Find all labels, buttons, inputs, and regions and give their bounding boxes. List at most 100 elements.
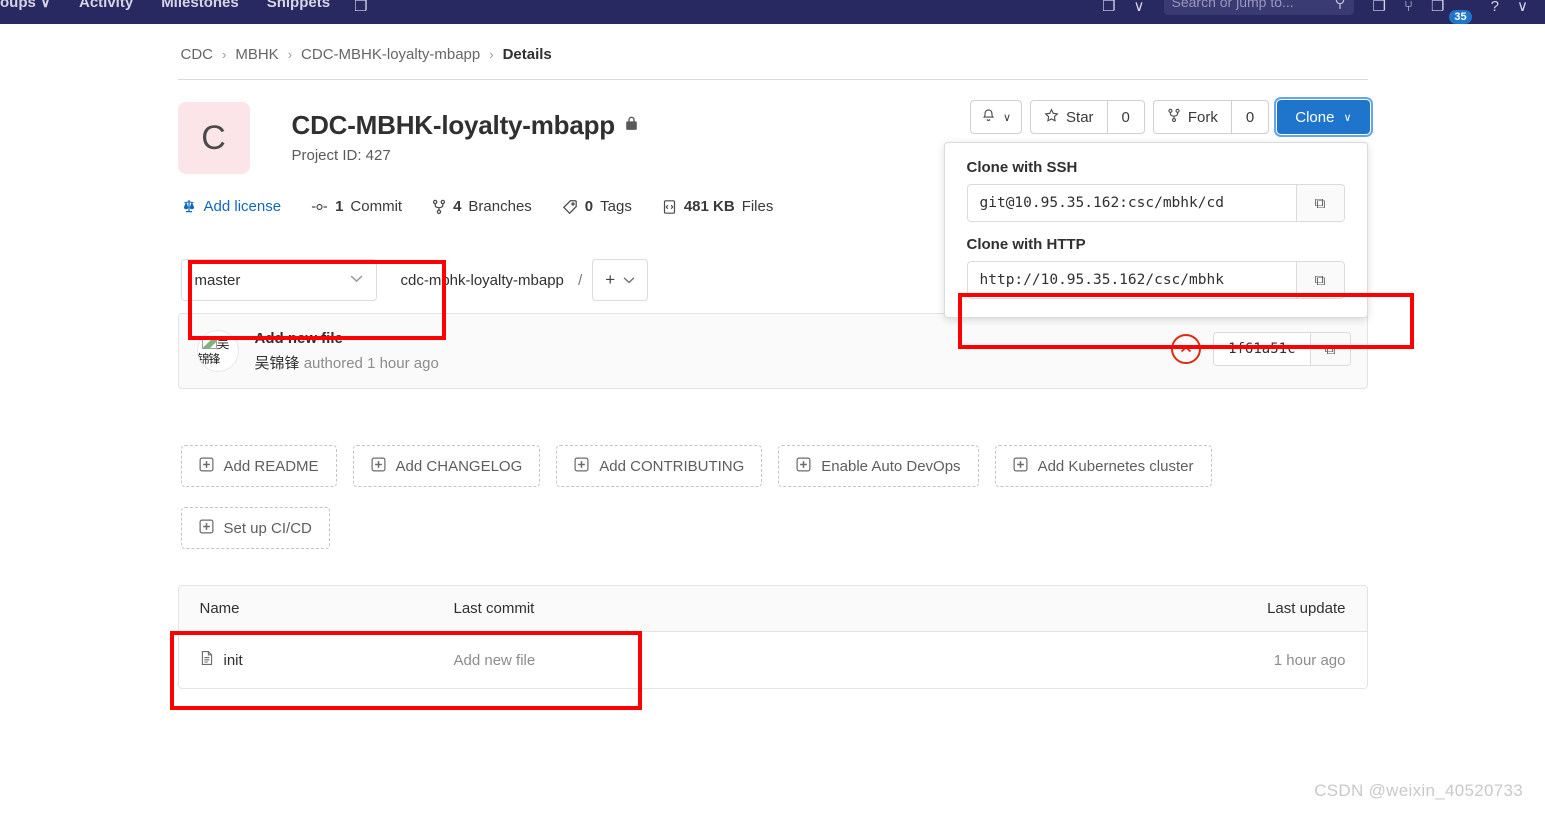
help-icon[interactable]: ? [1482,0,1508,15]
clone-http-url-input[interactable]: http://10.95.35.162/csc/mbhk [968,262,1296,298]
file-icon [200,650,214,670]
branch-selector-dropdown[interactable]: master [180,259,377,301]
breadcrumb-item-mbhk[interactable]: MBHK [235,46,278,63]
bell-icon [981,108,996,127]
repo-path-slash: / [578,271,583,289]
fork-button[interactable]: Fork 0 [1152,100,1270,134]
stat-branches-value: 4 [453,198,462,215]
quick-action-label: Enable Auto DevOps [821,457,961,475]
plus-square-icon [371,457,386,476]
star-icon [1044,107,1059,127]
breadcrumb-separator-icon: › [222,47,227,62]
quick-action-add-changelog[interactable]: Add CHANGELOG [352,445,541,487]
watermark: CSDN @weixin_40520733 [1314,781,1523,800]
stat-files[interactable]: 481 KB Files [662,198,774,215]
quick-action-label: Add CONTRIBUTING [599,457,745,475]
stat-files-label: Files [741,198,774,215]
stat-add-license[interactable]: Add license [181,198,281,215]
branch-icon [432,199,446,215]
plus-square-icon [1013,457,1028,476]
clone-ssh-url-input[interactable]: git@10.95.35.162:csc/mbhk/cd [968,185,1296,221]
issues-icon[interactable]: ❐ [1364,0,1395,15]
star-label: Star [1066,108,1094,126]
stat-commits[interactable]: 1 Commit [311,198,402,215]
todos-icon[interactable]: ❐ [1422,0,1453,15]
commit-right-group: 1f61a51c ⧉ [1171,332,1351,366]
fork-segment[interactable]: Fork [1154,101,1231,133]
chevron-down-icon: ∨ [40,0,51,11]
search-input[interactable]: Search or jump to... ⚲ [1163,0,1354,15]
create-new-icon[interactable]: ❐ [1093,0,1124,15]
create-new-caret-icon[interactable]: ∨ [1125,0,1154,15]
license-icon [181,199,197,215]
clone-http-row: http://10.95.35.162/csc/mbhk ⧉ [966,261,1345,299]
commit-author[interactable]: 吴锦锋 [255,355,300,372]
file-name-cell[interactable]: init [179,650,454,670]
fork-count: 0 [1230,101,1268,133]
quick-action-enable-auto-devops[interactable]: Enable Auto DevOps [778,445,979,487]
commit-hash[interactable]: 1f61a51c [1214,333,1309,365]
avatar: 吴 锦锋 [196,330,239,372]
stat-branches[interactable]: 4 Branches [432,198,532,215]
broken-image-icon [201,336,217,349]
quick-action-label: Add Kubernetes cluster [1037,457,1194,475]
file-listing-table: Name Last commit Last update init Add ne… [177,585,1368,689]
pipeline-status-icon[interactable] [1171,334,1202,364]
user-menu-caret-icon[interactable]: ∨ [1508,0,1537,15]
search-placeholder: Search or jump to... [1171,0,1294,10]
stat-tags-label: Tags [600,198,632,215]
breadcrumb-item-project[interactable]: CDC-MBHK-loyalty-mbapp [301,46,480,63]
commit-timestamp: authored 1 hour ago [303,354,439,372]
boards-icon[interactable]: ❐ [344,0,377,15]
plus-icon: + [605,270,616,289]
nav-left-group: oups ∨ Activity Milestones Snippets ❐ [0,0,378,24]
breadcrumb-item-cdc[interactable]: CDC [181,46,214,63]
column-header-last-update: Last update [1267,600,1346,617]
fork-icon [1167,108,1181,127]
breadcrumb-separator-icon: › [489,47,494,62]
lock-icon [624,115,639,137]
breadcrumb: CDC › MBHK › CDC-MBHK-loyalty-mbapp › De… [178,24,1368,79]
quick-actions-group: Add README Add CHANGELOG Add CONTRIBUTIN… [178,445,1293,549]
quick-action-add-readme[interactable]: Add README [180,445,337,487]
page-body: CDC › MBHK › CDC-MBHK-loyalty-mbapp › De… [0,24,1545,689]
quick-action-add-kubernetes-cluster[interactable]: Add Kubernetes cluster [994,445,1212,487]
clone-ssh-row: git@10.95.35.162:csc/mbhk/cd ⧉ [966,184,1345,222]
stat-tags[interactable]: 0 Tags [562,198,632,215]
quick-action-set-up-ci-cd[interactable]: Set up CI/CD [180,507,330,549]
copy-http-url-icon[interactable]: ⧉ [1295,262,1344,298]
table-row[interactable]: init Add new file 1 hour ago [178,632,1367,688]
fork-label: Fork [1187,108,1218,126]
copy-commit-hash-icon[interactable]: ⧉ [1309,333,1350,365]
clone-button[interactable]: Clone ∨ [1274,97,1373,137]
project-avatar-letter: C [201,118,226,157]
project-header: C CDC-MBHK-loyalty-mbapp Project ID: 427 [177,80,1373,318]
notification-dropdown-button[interactable]: ∨ [969,100,1023,134]
clone-http-label: Clone with HTTP [966,236,1086,253]
project-avatar: C [177,102,250,174]
star-button[interactable]: Star 0 [1030,100,1145,134]
commit-hash-group: 1f61a51c ⧉ [1213,332,1351,366]
file-last-update: 1 hour ago [1273,651,1346,669]
add-to-tree-button[interactable]: + [592,259,649,301]
star-segment[interactable]: Star [1031,101,1107,133]
nav-item-snippets[interactable]: Snippets [253,0,344,15]
quick-action-label: Add README [223,457,319,475]
stat-branches-label: Branches [468,198,532,215]
nav-item-groups[interactable]: oups ∨ [0,0,65,15]
avatar-alt-text-bottom: 锦锋 [197,352,221,366]
file-name: init [223,651,243,669]
copy-ssh-url-icon[interactable]: ⧉ [1295,185,1344,221]
commit-author-line: 吴锦锋 authored 1 hour ago [255,352,439,373]
stat-commits-label: Commit [350,198,403,215]
commit-message[interactable]: Add new file [255,330,439,347]
repo-path-name[interactable]: cdc-mbhk-loyalty-mbapp [401,272,564,289]
merge-requests-icon[interactable]: ⑂ [1395,0,1422,15]
nav-item-activity[interactable]: Activity [65,0,147,15]
quick-action-add-contributing[interactable]: Add CONTRIBUTING [556,445,763,487]
project-actions: ∨ Star 0 Fork 0 Clone ∨ [969,97,1373,137]
quick-action-label: Add CHANGELOG [395,457,523,475]
nav-item-milestones[interactable]: Milestones [147,0,253,15]
search-icon: ⚲ [1334,0,1346,11]
file-last-commit[interactable]: Add new file [454,652,1187,669]
